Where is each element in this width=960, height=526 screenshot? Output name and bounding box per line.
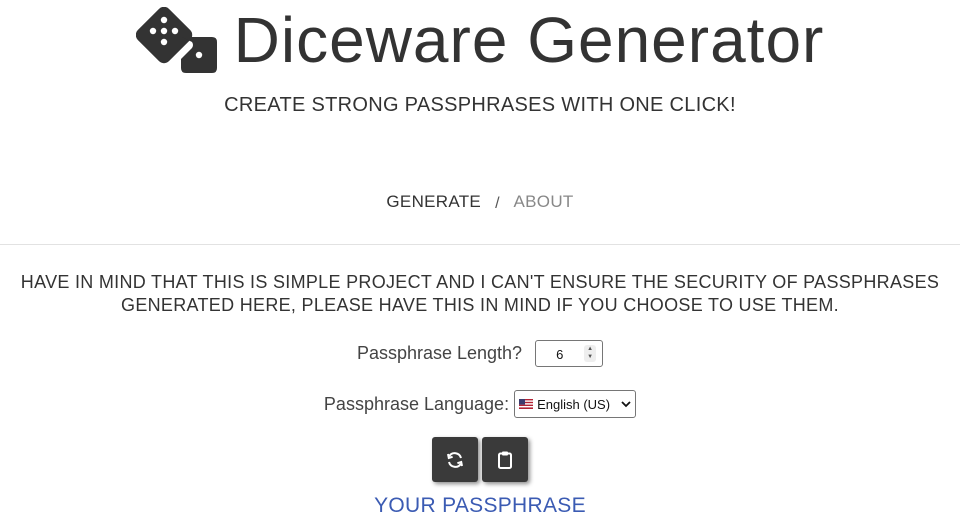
length-value: 6	[556, 347, 564, 362]
language-label: Passphrase Language:	[323, 393, 510, 414]
clipboard-icon	[498, 451, 512, 469]
title-row: Diceware Generator	[0, 2, 960, 78]
security-warning: HAVE IN MIND THAT THIS IS SIMPLE PROJECT…	[0, 271, 960, 317]
nav-generate-link[interactable]: GENERATE	[386, 192, 481, 212]
passphrase-result-label: YOUR PASSPHRASE	[374, 494, 586, 517]
language-row: Passphrase Language: English (US)	[0, 390, 960, 418]
refresh-icon	[447, 451, 463, 468]
language-select[interactable]: English (US)	[514, 390, 637, 418]
action-buttons	[0, 437, 960, 482]
length-input[interactable]: 6 ▲ ▼	[535, 340, 604, 367]
dice-icon	[135, 7, 217, 73]
language-selected-value: English (US)	[537, 396, 611, 412]
regenerate-button[interactable]	[432, 437, 478, 482]
chevron-down-icon	[621, 401, 631, 408]
main-nav: GENERATE / ABOUT	[0, 192, 960, 212]
us-flag-icon	[519, 399, 534, 409]
length-label: Passphrase Length?	[356, 343, 523, 363]
length-stepper[interactable]: ▲ ▼	[584, 345, 597, 362]
copy-button[interactable]	[482, 437, 528, 482]
nav-separator: /	[495, 195, 500, 212]
subtitle: CREATE STRONG PASSPHRASES WITH ONE CLICK…	[224, 94, 736, 116]
header: Diceware Generator CREATE STRONG PASSPHR…	[0, 0, 960, 245]
length-row: Passphrase Length? 6 ▲ ▼	[0, 340, 960, 367]
warning-line-1: HAVE IN MIND THAT THIS IS SIMPLE PROJECT…	[20, 272, 940, 292]
nav-about-link[interactable]: ABOUT	[514, 192, 574, 212]
app-title: Diceware Generator	[233, 4, 825, 76]
warning-line-2: GENERATED HERE, PLEASE HAVE THIS IN MIND…	[121, 295, 839, 315]
